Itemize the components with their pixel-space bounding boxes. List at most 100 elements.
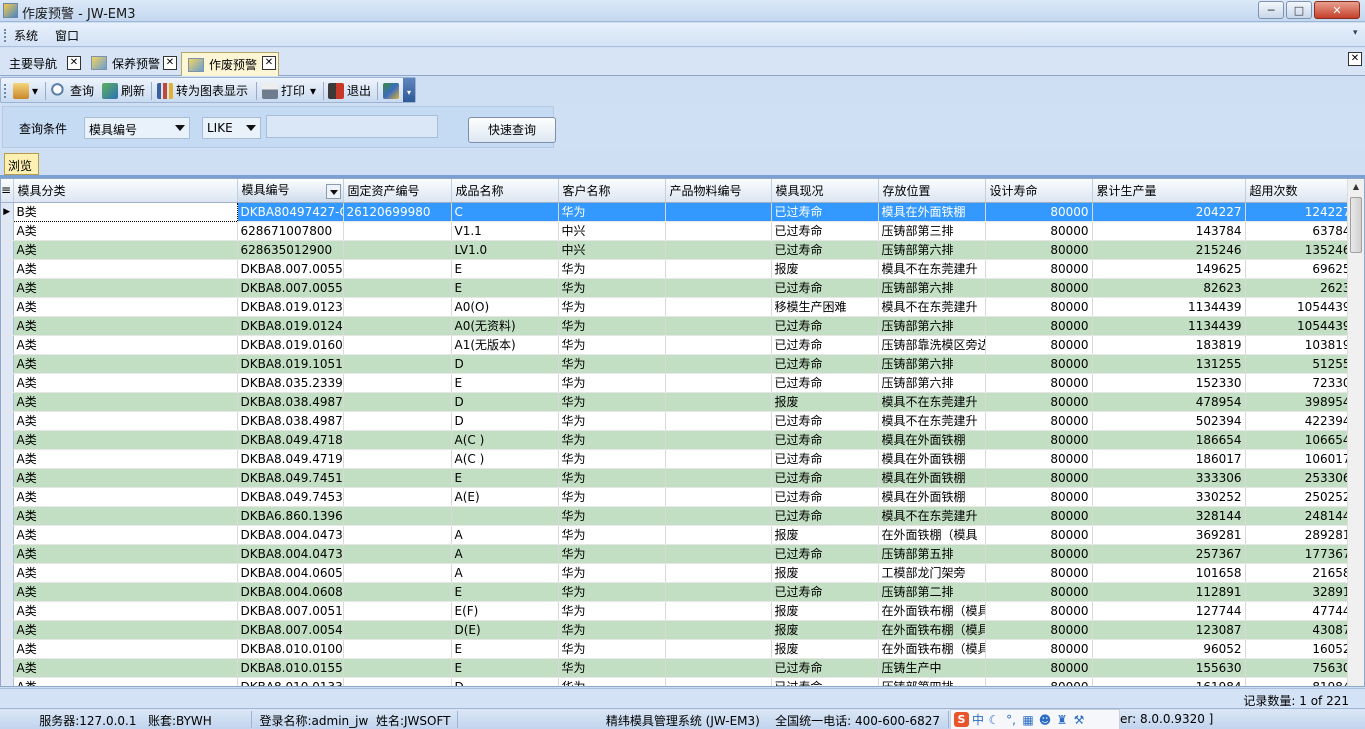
table-cell[interactable]: 478954	[1092, 392, 1246, 412]
table-cell[interactable]: A	[451, 525, 559, 545]
table-cell[interactable]: 124227	[1245, 202, 1355, 222]
table-cell[interactable]: 模具不在东莞建升	[878, 259, 986, 279]
table-cell[interactable]	[665, 221, 772, 241]
table-cell[interactable]	[665, 354, 772, 374]
table-cell[interactable]	[665, 240, 772, 260]
table-cell[interactable]	[665, 487, 772, 507]
table-cell[interactable]: 26120699980	[343, 202, 452, 222]
table-cell[interactable]: C	[451, 202, 559, 222]
table-cell[interactable]: B类	[12, 201, 238, 222]
table-cell[interactable]: 80000	[985, 240, 1093, 260]
table-cell[interactable]: 移模生产困难	[771, 297, 879, 317]
close-button[interactable]: ✕	[1314, 1, 1360, 19]
table-cell[interactable]: A类	[13, 297, 238, 317]
table-cell[interactable]: 103819	[1245, 335, 1355, 355]
table-cell[interactable]: A类	[13, 392, 238, 412]
row-selector[interactable]	[1, 278, 14, 298]
table-cell[interactable]: 204227	[1092, 202, 1246, 222]
ime-mode[interactable]: 中	[972, 711, 984, 728]
table-cell[interactable]: 报废	[771, 525, 879, 545]
table-cell[interactable]	[665, 449, 772, 469]
table-row[interactable]: A类DKBA8.010.0155-E E华为 已过寿命压铸生产中8000015563…	[1, 658, 1355, 678]
table-cell[interactable]	[343, 544, 452, 564]
table-cell[interactable]: DKBA8.004.0473-/	[237, 544, 344, 564]
table-cell[interactable]: 已过寿命	[771, 373, 879, 393]
table-cell[interactable]: 16052	[1245, 639, 1355, 659]
table-cell[interactable]: 75630	[1245, 658, 1355, 678]
table-cell[interactable]: 1054439	[1245, 316, 1355, 336]
table-cell[interactable]: A	[451, 544, 559, 564]
table-cell[interactable]: 已过寿命	[771, 430, 879, 450]
column-filter-dropdown-icon[interactable]	[325, 184, 341, 200]
table-cell[interactable]: DKBA8.035.2339-[	[237, 373, 344, 393]
table-cell[interactable]: 压铸生产中	[878, 658, 986, 678]
print-button[interactable]: 打印 ▾	[262, 81, 316, 100]
table-cell[interactable]: A类	[13, 601, 238, 621]
table-cell[interactable]: D	[451, 677, 559, 686]
table-cell[interactable]	[343, 221, 452, 241]
table-cell[interactable]: 已过寿命	[771, 677, 879, 686]
table-cell[interactable]: V1.1	[451, 221, 559, 241]
table-row[interactable]: A类 DKBA8.010.0100((E 华为 报废 在外面铁布棚（模具 80000 960…	[1, 639, 1355, 659]
table-cell[interactable]: 80000	[985, 430, 1093, 450]
table-cell[interactable]: 1054439	[1245, 297, 1355, 317]
table-cell[interactable]: DKBA8.019.0160-/	[237, 335, 344, 355]
table-cell[interactable]	[343, 639, 452, 659]
table-cell[interactable]: 报废	[771, 601, 879, 621]
table-cell[interactable]: 华为	[558, 506, 666, 526]
table-cell[interactable]: 32891	[1245, 582, 1355, 602]
table-cell[interactable]: A类	[13, 278, 238, 298]
table-cell[interactable]: 报废	[771, 259, 879, 279]
table-cell[interactable]: 已过寿命	[771, 221, 879, 241]
table-cell[interactable]: 80000	[985, 373, 1093, 393]
row-selector[interactable]	[1, 506, 14, 526]
table-cell[interactable]: 80000	[985, 449, 1093, 469]
table-cell[interactable]: 96052	[1092, 639, 1246, 659]
query-value-input[interactable]	[266, 115, 438, 138]
table-cell[interactable]: A类	[13, 487, 238, 507]
table-cell[interactable]: 华为	[558, 411, 666, 431]
tab-browse[interactable]: 浏览	[4, 153, 39, 175]
table-cell[interactable]	[343, 335, 452, 355]
query-field-select[interactable]: 模具编号	[84, 117, 190, 139]
table-cell[interactable]	[665, 582, 772, 602]
table-cell[interactable]	[343, 240, 452, 260]
wrench-icon[interactable]: ⚒	[1072, 713, 1086, 727]
table-cell[interactable]: 63784	[1245, 221, 1355, 241]
table-cell[interactable]: DKBA6.860.1396([	[237, 506, 344, 526]
table-row[interactable]: A类 DKBA6.860.1396([华为 已过寿命 模具不在东莞建升 80000 328…	[1, 506, 1355, 526]
table-cell[interactable]: 已过寿命	[771, 506, 879, 526]
row-selector[interactable]	[1, 316, 14, 336]
table-cell[interactable]: 华为	[558, 449, 666, 469]
table-row[interactable]: A类 628671007800 V1.1 中兴 已过寿命 压铸部第三排 80000 14378…	[1, 221, 1355, 241]
row-selector[interactable]	[1, 240, 14, 260]
table-cell[interactable]: 压铸部第六排	[878, 373, 986, 393]
table-row[interactable]: A类 DKBA8.049.4718-[A(C ) 华为 已过寿命 模具在外面铁棚 8000…	[1, 430, 1355, 450]
table-cell[interactable]	[343, 582, 452, 602]
column-header[interactable]: 模具现况	[771, 179, 879, 203]
table-cell[interactable]: 压铸部第三排	[878, 221, 986, 241]
table-row[interactable]: ▶ B类 DKBA80497427-C 26120699980 C 华为 已过寿命 模具在外面…	[1, 201, 1355, 222]
table-cell[interactable]: 333306	[1092, 468, 1246, 488]
table-cell[interactable]: E	[451, 658, 559, 678]
table-cell[interactable]: 80000	[985, 411, 1093, 431]
table-cell[interactable]: 80000	[985, 582, 1093, 602]
column-header[interactable]: 客户名称	[558, 179, 666, 203]
table-cell[interactable]: 模具在外面铁棚	[878, 449, 986, 469]
table-cell[interactable]: A类	[13, 354, 238, 374]
column-header[interactable]: 设计寿命	[985, 179, 1093, 203]
table-cell[interactable]	[665, 658, 772, 678]
table-cell[interactable]: 已过寿命	[771, 354, 879, 374]
table-cell[interactable]: DKBA8.019.0124-/	[237, 316, 344, 336]
table-cell[interactable]: 80000	[985, 297, 1093, 317]
table-cell[interactable]: 80000	[985, 221, 1093, 241]
table-cell[interactable]: 压铸部靠洗模区旁边	[878, 335, 986, 355]
table-row[interactable]: A类 DKBA8.007.0051-(E(F) 华为 报废 在外面铁布棚（模具 80000…	[1, 601, 1355, 621]
table-cell[interactable]: 模具不在东莞建升	[878, 506, 986, 526]
quick-query-button[interactable]: 快速查询	[468, 117, 556, 143]
column-header[interactable]: 超用次数	[1245, 179, 1355, 203]
table-cell[interactable]: DKBA8.038.4987 5	[237, 411, 344, 431]
row-selector[interactable]	[1, 639, 14, 659]
table-cell[interactable]: 已过寿命	[771, 449, 879, 469]
table-cell[interactable]: E	[451, 278, 559, 298]
